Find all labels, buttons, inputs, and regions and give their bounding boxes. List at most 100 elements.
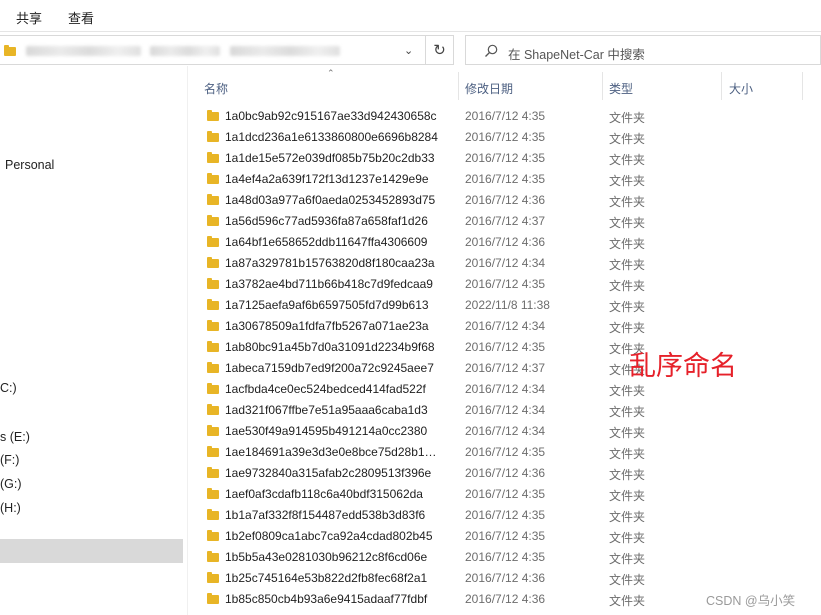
- file-type: 文件夹: [609, 573, 646, 587]
- column-divider[interactable]: [802, 72, 803, 100]
- file-date: 2016/7/12 4:35: [465, 487, 546, 501]
- column-divider[interactable]: [602, 72, 603, 100]
- folder-icon: [207, 362, 219, 373]
- file-row[interactable]: 1a1de15e572e039df085b75b20c2db33 2016/7/1…: [187, 147, 821, 168]
- file-row[interactable]: 1a3782ae4bd711b66b418c7d9fedcaa9 2016/7/1…: [187, 273, 821, 294]
- file-type: 文件夹: [609, 321, 646, 335]
- file-date: 2016/7/12 4:35: [465, 445, 546, 459]
- navigation-pane: Personal C:) s (E:) (F:) (G:) (H:): [0, 66, 188, 615]
- nav-item-c-drive[interactable]: C:): [0, 381, 17, 395]
- file-row[interactable]: 1a56d596c77ad5936fa87a658faf1d26 2016/7/1…: [187, 210, 821, 231]
- column-header-name[interactable]: 名称: [204, 80, 228, 97]
- search-box[interactable]: 在 ShapeNet-Car 中搜索: [465, 35, 821, 65]
- column-header-size[interactable]: 大小: [729, 80, 753, 97]
- file-date: 2016/7/12 4:34: [465, 424, 546, 438]
- folder-icon: [207, 320, 219, 331]
- file-name: 1a56d596c77ad5936fa87a658faf1d26: [225, 214, 428, 228]
- file-name: 1ae184691a39e3d3e0e8bce75d28b1…: [225, 445, 437, 459]
- file-name: 1ae530f49a914595b491214a0cc2380: [225, 424, 428, 438]
- file-date: 2016/7/12 4:35: [465, 109, 546, 123]
- column-header-date[interactable]: 修改日期: [465, 80, 513, 97]
- column-header-type[interactable]: 类型: [609, 80, 633, 97]
- folder-icon: [207, 131, 219, 142]
- folder-icon: [207, 110, 219, 121]
- blurred-path: [26, 46, 141, 56]
- file-date: 2016/7/12 4:35: [465, 151, 546, 165]
- file-row[interactable]: 1a7125aefa9af6b6597505fd7d99b613 2022/11/…: [187, 294, 821, 315]
- file-date: 2016/7/12 4:35: [465, 277, 546, 291]
- file-row[interactable]: 1b2ef0809ca1abc7ca92a4cdad802b45 2016/7/1…: [187, 525, 821, 546]
- file-name: 1b5b5a43e0281030b96212c8f6cd06e: [225, 550, 428, 564]
- file-row[interactable]: 1b1a7af332f8f154487edd538b3d83f6 2016/7/1…: [187, 504, 821, 525]
- tab-view[interactable]: 查看: [68, 8, 94, 27]
- file-date: 2016/7/12 4:35: [465, 172, 546, 186]
- file-date: 2022/11/8 11:38: [465, 298, 550, 312]
- nav-item-personal[interactable]: Personal: [5, 158, 54, 172]
- file-row[interactable]: 1aef0af3cdafb118c6a40bdf315062da 2016/7/1…: [187, 483, 821, 504]
- file-type: 文件夹: [609, 489, 646, 503]
- file-name: 1b2ef0809ca1abc7ca92a4cdad802b45: [225, 529, 433, 543]
- refresh-button[interactable]: ↻: [425, 35, 454, 65]
- file-row[interactable]: 1a48d03a977a6f0aeda0253452893d75 2016/7/1…: [187, 189, 821, 210]
- file-row[interactable]: 1a0bc9ab92c915167ae33d942430658c 2016/7/1…: [187, 105, 821, 126]
- file-type: 文件夹: [609, 132, 646, 146]
- file-row[interactable]: 1a64bf1e658652ddb11647ffa4306609 2016/7/1…: [187, 231, 821, 252]
- file-name: 1acfbda4ce0ec524bedced414fad522f: [225, 382, 426, 396]
- file-row[interactable]: 1a87a329781b15763820d8f180caa23a 2016/7/1…: [187, 252, 821, 273]
- file-name: 1abeca7159db7ed9f200a72c9245aee7: [225, 361, 434, 375]
- file-type: 文件夹: [609, 216, 646, 230]
- sort-ascending-icon: ⌃: [327, 68, 335, 78]
- file-row[interactable]: 1b5b5a43e0281030b96212c8f6cd06e 2016/7/12…: [187, 546, 821, 567]
- folder-icon: [207, 341, 219, 352]
- file-type: 文件夹: [609, 531, 646, 545]
- column-divider[interactable]: [721, 72, 722, 100]
- file-date: 2016/7/12 4:34: [465, 403, 546, 417]
- file-name: 1b1a7af332f8f154487edd538b3d83f6: [225, 508, 426, 522]
- file-type: 文件夹: [609, 384, 646, 398]
- address-bar[interactable]: ⌄: [0, 35, 454, 65]
- file-row[interactable]: 1ad321f067ffbe7e51a95aaa6caba1d3 2016/7/1…: [187, 399, 821, 420]
- file-name: 1a1dcd236a1e6133860800e6696b8284: [225, 130, 438, 144]
- file-date: 2016/7/12 4:37: [465, 361, 546, 375]
- column-divider[interactable]: [458, 72, 459, 100]
- file-date: 2016/7/12 4:34: [465, 256, 546, 270]
- file-row[interactable]: 1a4ef4a2a639f172f13d1237e1429e9e 2016/7/1…: [187, 168, 821, 189]
- folder-icon: [207, 593, 219, 604]
- file-row[interactable]: 1b25c745164e53b822d2fb8fec68f2a1 2016/7/1…: [187, 567, 821, 588]
- file-type: 文件夹: [609, 426, 646, 440]
- nav-item-h-drive[interactable]: (H:): [0, 501, 21, 515]
- file-date: 2016/7/12 4:35: [465, 508, 546, 522]
- nav-item-g-drive[interactable]: (G:): [0, 477, 22, 491]
- ribbon-bar: 共享 查看: [0, 0, 821, 32]
- file-name: 1a3782ae4bd711b66b418c7d9fedcaa9: [225, 277, 433, 291]
- file-date: 2016/7/12 4:36: [465, 235, 546, 249]
- file-row[interactable]: 1ae9732840a315afab2c2809513f396e 2016/7/1…: [187, 462, 821, 483]
- file-type: 文件夹: [609, 258, 646, 272]
- file-type: 文件夹: [609, 174, 646, 188]
- file-type: 文件夹: [609, 300, 646, 314]
- file-row[interactable]: 1a1dcd236a1e6133860800e6696b8284 2016/7/1…: [187, 126, 821, 147]
- watermark: CSDN @乌小笑: [706, 594, 796, 608]
- folder-icon: [207, 215, 219, 226]
- red-annotation: 乱序命名: [629, 351, 737, 382]
- file-type: 文件夹: [609, 111, 646, 125]
- file-name: 1a1de15e572e039df085b75b20c2db33: [225, 151, 435, 165]
- file-name: 1ab80bc91a45b7d0a31091d2234b9f68: [225, 340, 435, 354]
- folder-icon: [207, 404, 219, 415]
- chevron-down-icon[interactable]: ⌄: [404, 44, 413, 57]
- nav-item-e-drive[interactable]: s (E:): [0, 430, 30, 444]
- file-row[interactable]: 1ae184691a39e3d3e0e8bce75d28b1… 2016/7/12…: [187, 441, 821, 462]
- file-date: 2016/7/12 4:35: [465, 130, 546, 144]
- folder-icon: [207, 509, 219, 520]
- folder-icon: [207, 173, 219, 184]
- file-type: 文件夹: [609, 405, 646, 419]
- search-placeholder: 在 ShapeNet-Car 中搜索: [508, 48, 645, 62]
- file-name: 1a4ef4a2a639f172f13d1237e1429e9e: [225, 172, 429, 186]
- file-name: 1ae9732840a315afab2c2809513f396e: [225, 466, 432, 480]
- folder-icon: [207, 236, 219, 247]
- nav-item-f-drive[interactable]: (F:): [0, 453, 19, 467]
- file-row[interactable]: 1a30678509a1fdfa7fb5267a071ae23a 2016/7/1…: [187, 315, 821, 336]
- folder-icon: [207, 257, 219, 268]
- tab-share[interactable]: 共享: [16, 8, 42, 27]
- file-row[interactable]: 1ae530f49a914595b491214a0cc2380 2016/7/12…: [187, 420, 821, 441]
